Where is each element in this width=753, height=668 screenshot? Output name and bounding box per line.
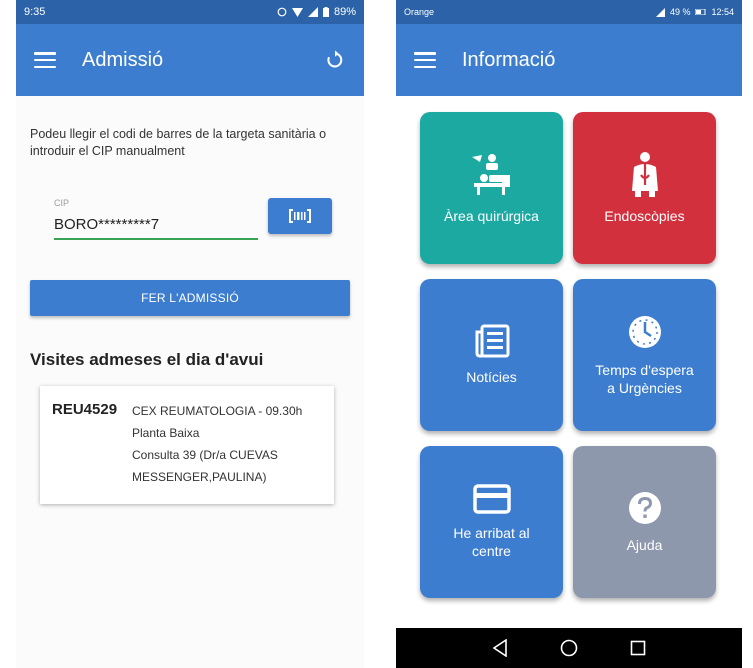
surgery-icon bbox=[471, 153, 510, 195]
visit-line: Consulta 39 (Dr/a CUEVAS bbox=[132, 447, 278, 462]
visit-code: REU4529 bbox=[52, 400, 118, 418]
news-icon bbox=[475, 324, 509, 358]
signal-icon bbox=[307, 7, 318, 17]
app-bar: Informació bbox=[396, 24, 742, 96]
card-icon bbox=[472, 484, 511, 514]
visit-line: Planta Baixa bbox=[132, 425, 200, 440]
cip-row: CIP bbox=[16, 197, 364, 268]
tile-label: He arribat al centre bbox=[453, 524, 530, 559]
tile-news[interactable]: Notícies bbox=[420, 279, 563, 431]
tile-help[interactable]: Ajuda bbox=[573, 446, 716, 598]
recents-button[interactable] bbox=[626, 636, 650, 660]
status-time: 9:35 bbox=[24, 6, 46, 18]
battery-percent: 49 % bbox=[669, 7, 691, 17]
visit-details: CEX REUMATOLOGIA - 09.30h Planta Baixa C… bbox=[132, 400, 302, 488]
visits-heading: Visites admeses el dia d'avui bbox=[30, 349, 264, 369]
admit-button[interactable]: FER L'ADMISSIÓ bbox=[30, 279, 350, 316]
clock-icon bbox=[628, 315, 661, 348]
help-icon bbox=[628, 491, 661, 524]
cip-input[interactable] bbox=[54, 211, 258, 240]
battery-percent: 89% bbox=[333, 6, 356, 18]
status-icons: 49 % 12:54 bbox=[655, 7, 734, 17]
menu-icon[interactable] bbox=[34, 52, 56, 68]
status-bar: 9:35 89% bbox=[16, 0, 364, 24]
visit-line: CEX REUMATOLOGIA - 09.30h bbox=[132, 403, 303, 418]
tile-label: Temps d'espera a Urgències bbox=[595, 361, 694, 396]
signal-icon bbox=[655, 7, 665, 17]
visit-line: MESSENGER,PAULINA) bbox=[132, 469, 267, 484]
tile-label: Endoscòpies bbox=[604, 207, 685, 224]
scan-barcode-button[interactable] bbox=[268, 197, 332, 234]
alarm-icon bbox=[277, 7, 287, 17]
tile-label: Àrea quirúrgica bbox=[444, 207, 539, 224]
tile-endoscopies[interactable]: Endoscòpies bbox=[573, 112, 716, 264]
information-screen: Orange 49 % 12:54 Informació Àrea quirúr… bbox=[396, 0, 742, 668]
status-time: 12:54 bbox=[711, 7, 734, 17]
intro-text: Podeu llegir el codi de barres de la tar… bbox=[30, 127, 327, 158]
app-bar: Admissió bbox=[16, 24, 364, 96]
home-circle-icon bbox=[560, 639, 578, 657]
battery-icon bbox=[322, 7, 329, 17]
system-nav-bar bbox=[396, 628, 742, 668]
barcode-icon bbox=[289, 208, 311, 223]
status-icons: 89% bbox=[277, 6, 356, 18]
tile-surgical-area[interactable]: Àrea quirúrgica bbox=[420, 112, 563, 264]
info-tiles-grid: Àrea quirúrgica Endoscòpies Notícies Tem… bbox=[420, 112, 720, 598]
page-title: Admissió bbox=[82, 48, 164, 71]
tile-emergency-wait-times[interactable]: Temps d'espera a Urgències bbox=[573, 279, 716, 431]
wifi-icon bbox=[291, 7, 303, 17]
admission-screen: 9:35 89% Admissió Podeu llegir el codi d… bbox=[16, 0, 364, 668]
back-triangle-icon bbox=[492, 639, 508, 657]
battery-icon bbox=[695, 9, 706, 15]
tile-label: Ajuda bbox=[626, 536, 663, 553]
carrier-name: Orange bbox=[404, 7, 435, 17]
page-title: Informació bbox=[462, 48, 556, 71]
home-button[interactable] bbox=[557, 636, 581, 660]
endoscopy-icon bbox=[631, 151, 658, 197]
tile-label: Notícies bbox=[466, 368, 517, 385]
recents-square-icon bbox=[630, 640, 645, 656]
refresh-icon[interactable] bbox=[324, 49, 346, 71]
cip-label: CIP bbox=[54, 197, 70, 208]
menu-icon[interactable] bbox=[414, 52, 436, 68]
status-bar: Orange 49 % 12:54 bbox=[396, 0, 742, 24]
back-button[interactable] bbox=[488, 636, 512, 660]
tile-arrived-at-centre[interactable]: He arribat al centre bbox=[420, 446, 563, 598]
visit-card[interactable]: REU4529 CEX REUMATOLOGIA - 09.30h Planta… bbox=[40, 385, 334, 504]
